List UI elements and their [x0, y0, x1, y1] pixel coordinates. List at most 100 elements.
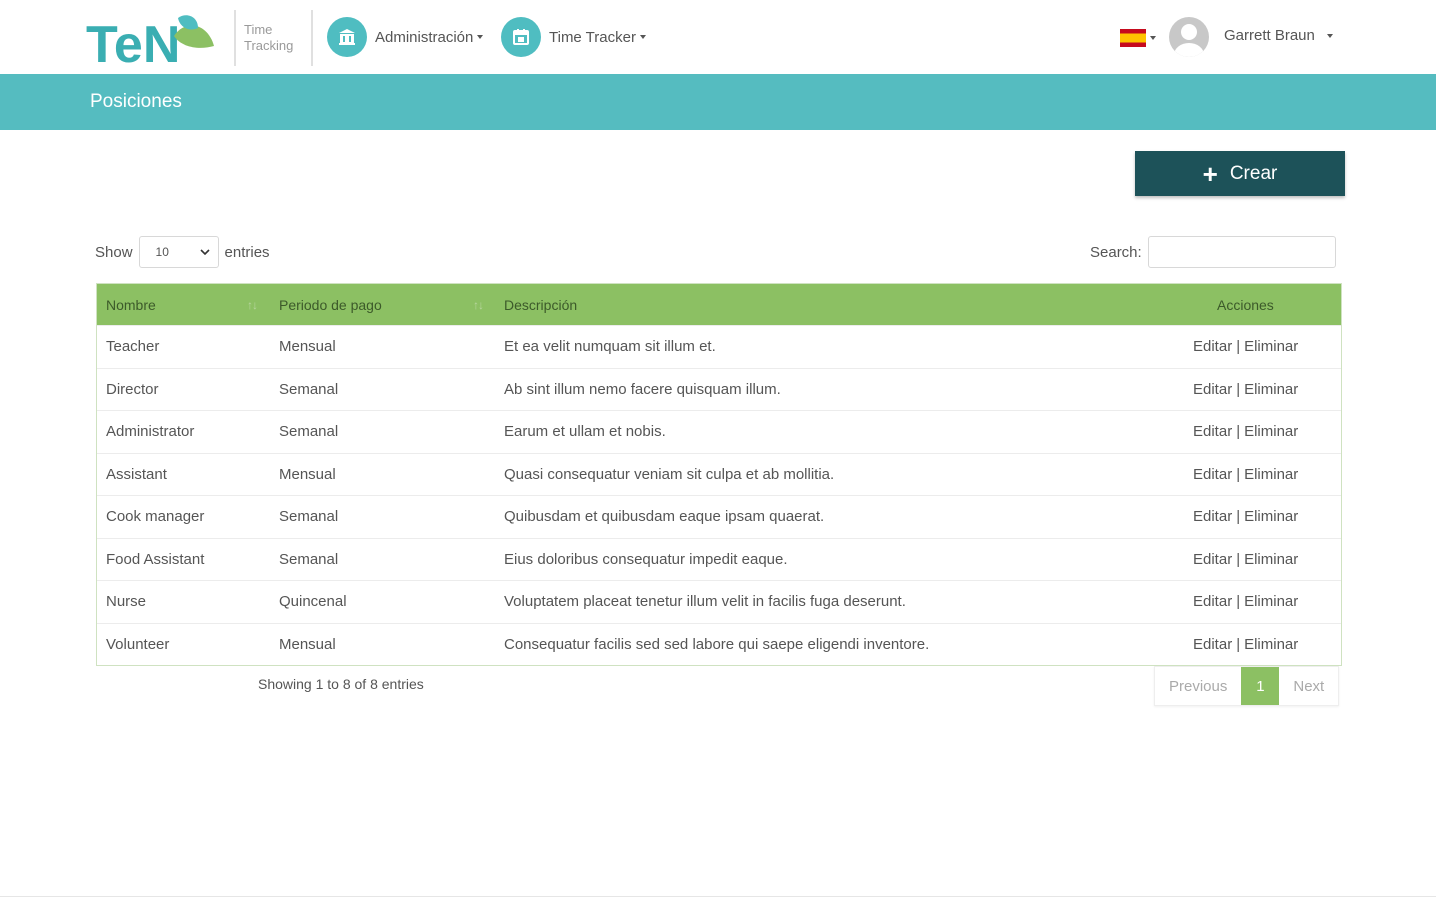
chevron-down-icon [199, 249, 210, 255]
cell-periodo: Semanal [279, 508, 339, 525]
page-1-button[interactable]: 1 [1241, 667, 1280, 705]
sort-icon: ↑↓ [247, 298, 258, 312]
cell-descripcion: Quibusdam et quibusdam eaque ipsam quaer… [504, 508, 825, 525]
row-actions: Editar | Eliminar [1193, 381, 1298, 398]
edit-link[interactable]: Editar [1193, 423, 1232, 440]
create-button[interactable]: + Crear [1135, 151, 1345, 196]
search-control: Search: [1090, 236, 1336, 268]
action-separator: | [1236, 593, 1241, 610]
cell-nombre: Nurse [106, 593, 147, 610]
table-row: Cook manager Semanal Quibusdam et quibusda… [97, 495, 1341, 538]
row-actions: Editar | Eliminar [1193, 508, 1298, 525]
cell-periodo: Mensual [279, 465, 336, 483]
pagination: Previous 1 Next [1154, 666, 1340, 706]
table-header: Nombre ↑↓ Periodo de pago ↑↓ Descripción… [97, 284, 1341, 325]
sort-icon: ↑↓ [473, 298, 484, 312]
cell-periodo: Quincenal [279, 593, 347, 610]
action-separator: | [1236, 423, 1241, 440]
nav-divider [311, 10, 313, 66]
edit-link[interactable]: Editar [1193, 551, 1232, 568]
plus-icon: + [1202, 158, 1218, 189]
page-size-select[interactable]: 10 [138, 236, 219, 268]
edit-link[interactable]: Editar [1193, 381, 1232, 398]
row-actions: Editar | Eliminar [1193, 423, 1298, 440]
table-row: Teacher Mensual Et ea velit numquam sit il… [97, 325, 1341, 368]
nav-time-tracker-label: Time Tracker [549, 28, 636, 46]
edit-link[interactable]: Editar [1193, 466, 1232, 483]
nav-time-tracker[interactable]: Time Tracker [501, 17, 646, 57]
entries-label: entries [224, 243, 270, 261]
caret-down-icon [639, 35, 646, 39]
logo[interactable]: TeN [86, 6, 222, 68]
spain-flag-icon [1120, 29, 1146, 47]
next-page-button[interactable]: Next [1279, 667, 1338, 705]
logo-subtitle: Time Tracking [244, 22, 293, 54]
delete-link[interactable]: Eliminar [1244, 508, 1298, 525]
table-row: Assistant Mensual Quasi consequatur veniam… [97, 452, 1341, 496]
action-separator: | [1236, 550, 1241, 568]
cell-descripcion: Voluptatem placeat tenetur illum velit i… [504, 593, 906, 610]
language-selector[interactable] [1120, 29, 1156, 47]
caret-down-icon [1150, 36, 1156, 40]
action-separator: | [1236, 508, 1241, 525]
row-actions: Editar | Eliminar [1193, 636, 1298, 653]
table-row: Volunteer Mensual Consequatur facilis sed … [97, 622, 1341, 666]
delete-link[interactable]: Eliminar [1244, 466, 1298, 483]
table-row: Food Assistant Semanal Eius doloribus cons… [97, 537, 1341, 581]
row-actions: Editar | Eliminar [1193, 551, 1298, 568]
user-name: Garrett Braun [1224, 27, 1315, 44]
action-separator: | [1236, 465, 1241, 483]
delete-link[interactable]: Eliminar [1244, 593, 1298, 610]
caret-down-icon [477, 35, 484, 39]
action-separator: | [1236, 635, 1241, 653]
cell-descripcion: Quasi consequatur veniam sit culpa et ab… [504, 465, 835, 483]
cell-descripcion: Ab sint illum nemo facere quisquam illum… [504, 380, 781, 398]
logo-subtitle-line2: Tracking [244, 38, 294, 53]
column-header-descripcion[interactable]: Descripción [504, 297, 577, 313]
cell-nombre: Assistant [106, 465, 167, 483]
row-actions: Editar | Eliminar [1193, 466, 1298, 483]
cell-nombre: Director [106, 380, 159, 398]
delete-link[interactable]: Eliminar [1244, 338, 1298, 355]
cell-periodo: Semanal [279, 550, 339, 568]
column-header-acciones: Acciones [1217, 297, 1274, 313]
row-actions: Editar | Eliminar [1193, 593, 1298, 610]
bank-icon [327, 17, 367, 57]
user-menu[interactable]: Garrett Braun [1224, 27, 1334, 44]
cell-descripcion: Consequatur facilis sed sed labore qui s… [504, 635, 930, 653]
create-button-label: Crear [1229, 162, 1278, 184]
cell-nombre: Food Assistant [106, 550, 205, 568]
table-row: Director Semanal Ab sint illum nemo facere… [97, 367, 1341, 411]
column-header-periodo[interactable]: Periodo de pago [279, 297, 382, 313]
avatar[interactable] [1169, 17, 1209, 57]
search-input[interactable] [1147, 236, 1336, 268]
edit-link[interactable]: Editar [1193, 338, 1232, 355]
calendar-icon [501, 17, 541, 57]
cell-periodo: Mensual [279, 635, 336, 653]
delete-link[interactable]: Eliminar [1244, 423, 1298, 440]
cell-descripcion: Et ea velit numquam sit illum et. [504, 338, 716, 355]
table-info: Showing 1 to 8 of 8 entries [258, 676, 424, 692]
cell-periodo: Semanal [279, 380, 339, 398]
logo-divider [234, 10, 236, 66]
cell-descripcion: Earum et ullam et nobis. [504, 423, 666, 440]
page-title: Posiciones [90, 91, 182, 112]
cell-nombre: Administrator [106, 423, 195, 440]
edit-link[interactable]: Editar [1193, 636, 1232, 653]
nav-administracion[interactable]: Administración [327, 17, 484, 57]
edit-link[interactable]: Editar [1193, 508, 1232, 525]
cell-nombre: Cook manager [106, 508, 205, 525]
bird-icon [178, 15, 198, 30]
page-size-value: 10 [155, 245, 169, 259]
delete-link[interactable]: Eliminar [1244, 551, 1298, 568]
delete-link[interactable]: Eliminar [1244, 381, 1298, 398]
page-length-control: Show 10 entries [95, 236, 270, 268]
show-label: Show [95, 243, 133, 261]
previous-page-button[interactable]: Previous [1155, 667, 1241, 705]
edit-link[interactable]: Editar [1193, 593, 1232, 610]
cell-periodo: Semanal [279, 423, 339, 440]
delete-link[interactable]: Eliminar [1244, 636, 1298, 653]
cell-nombre: Volunteer [106, 635, 170, 653]
cell-periodo: Mensual [279, 338, 336, 355]
column-header-nombre[interactable]: Nombre [106, 297, 156, 313]
